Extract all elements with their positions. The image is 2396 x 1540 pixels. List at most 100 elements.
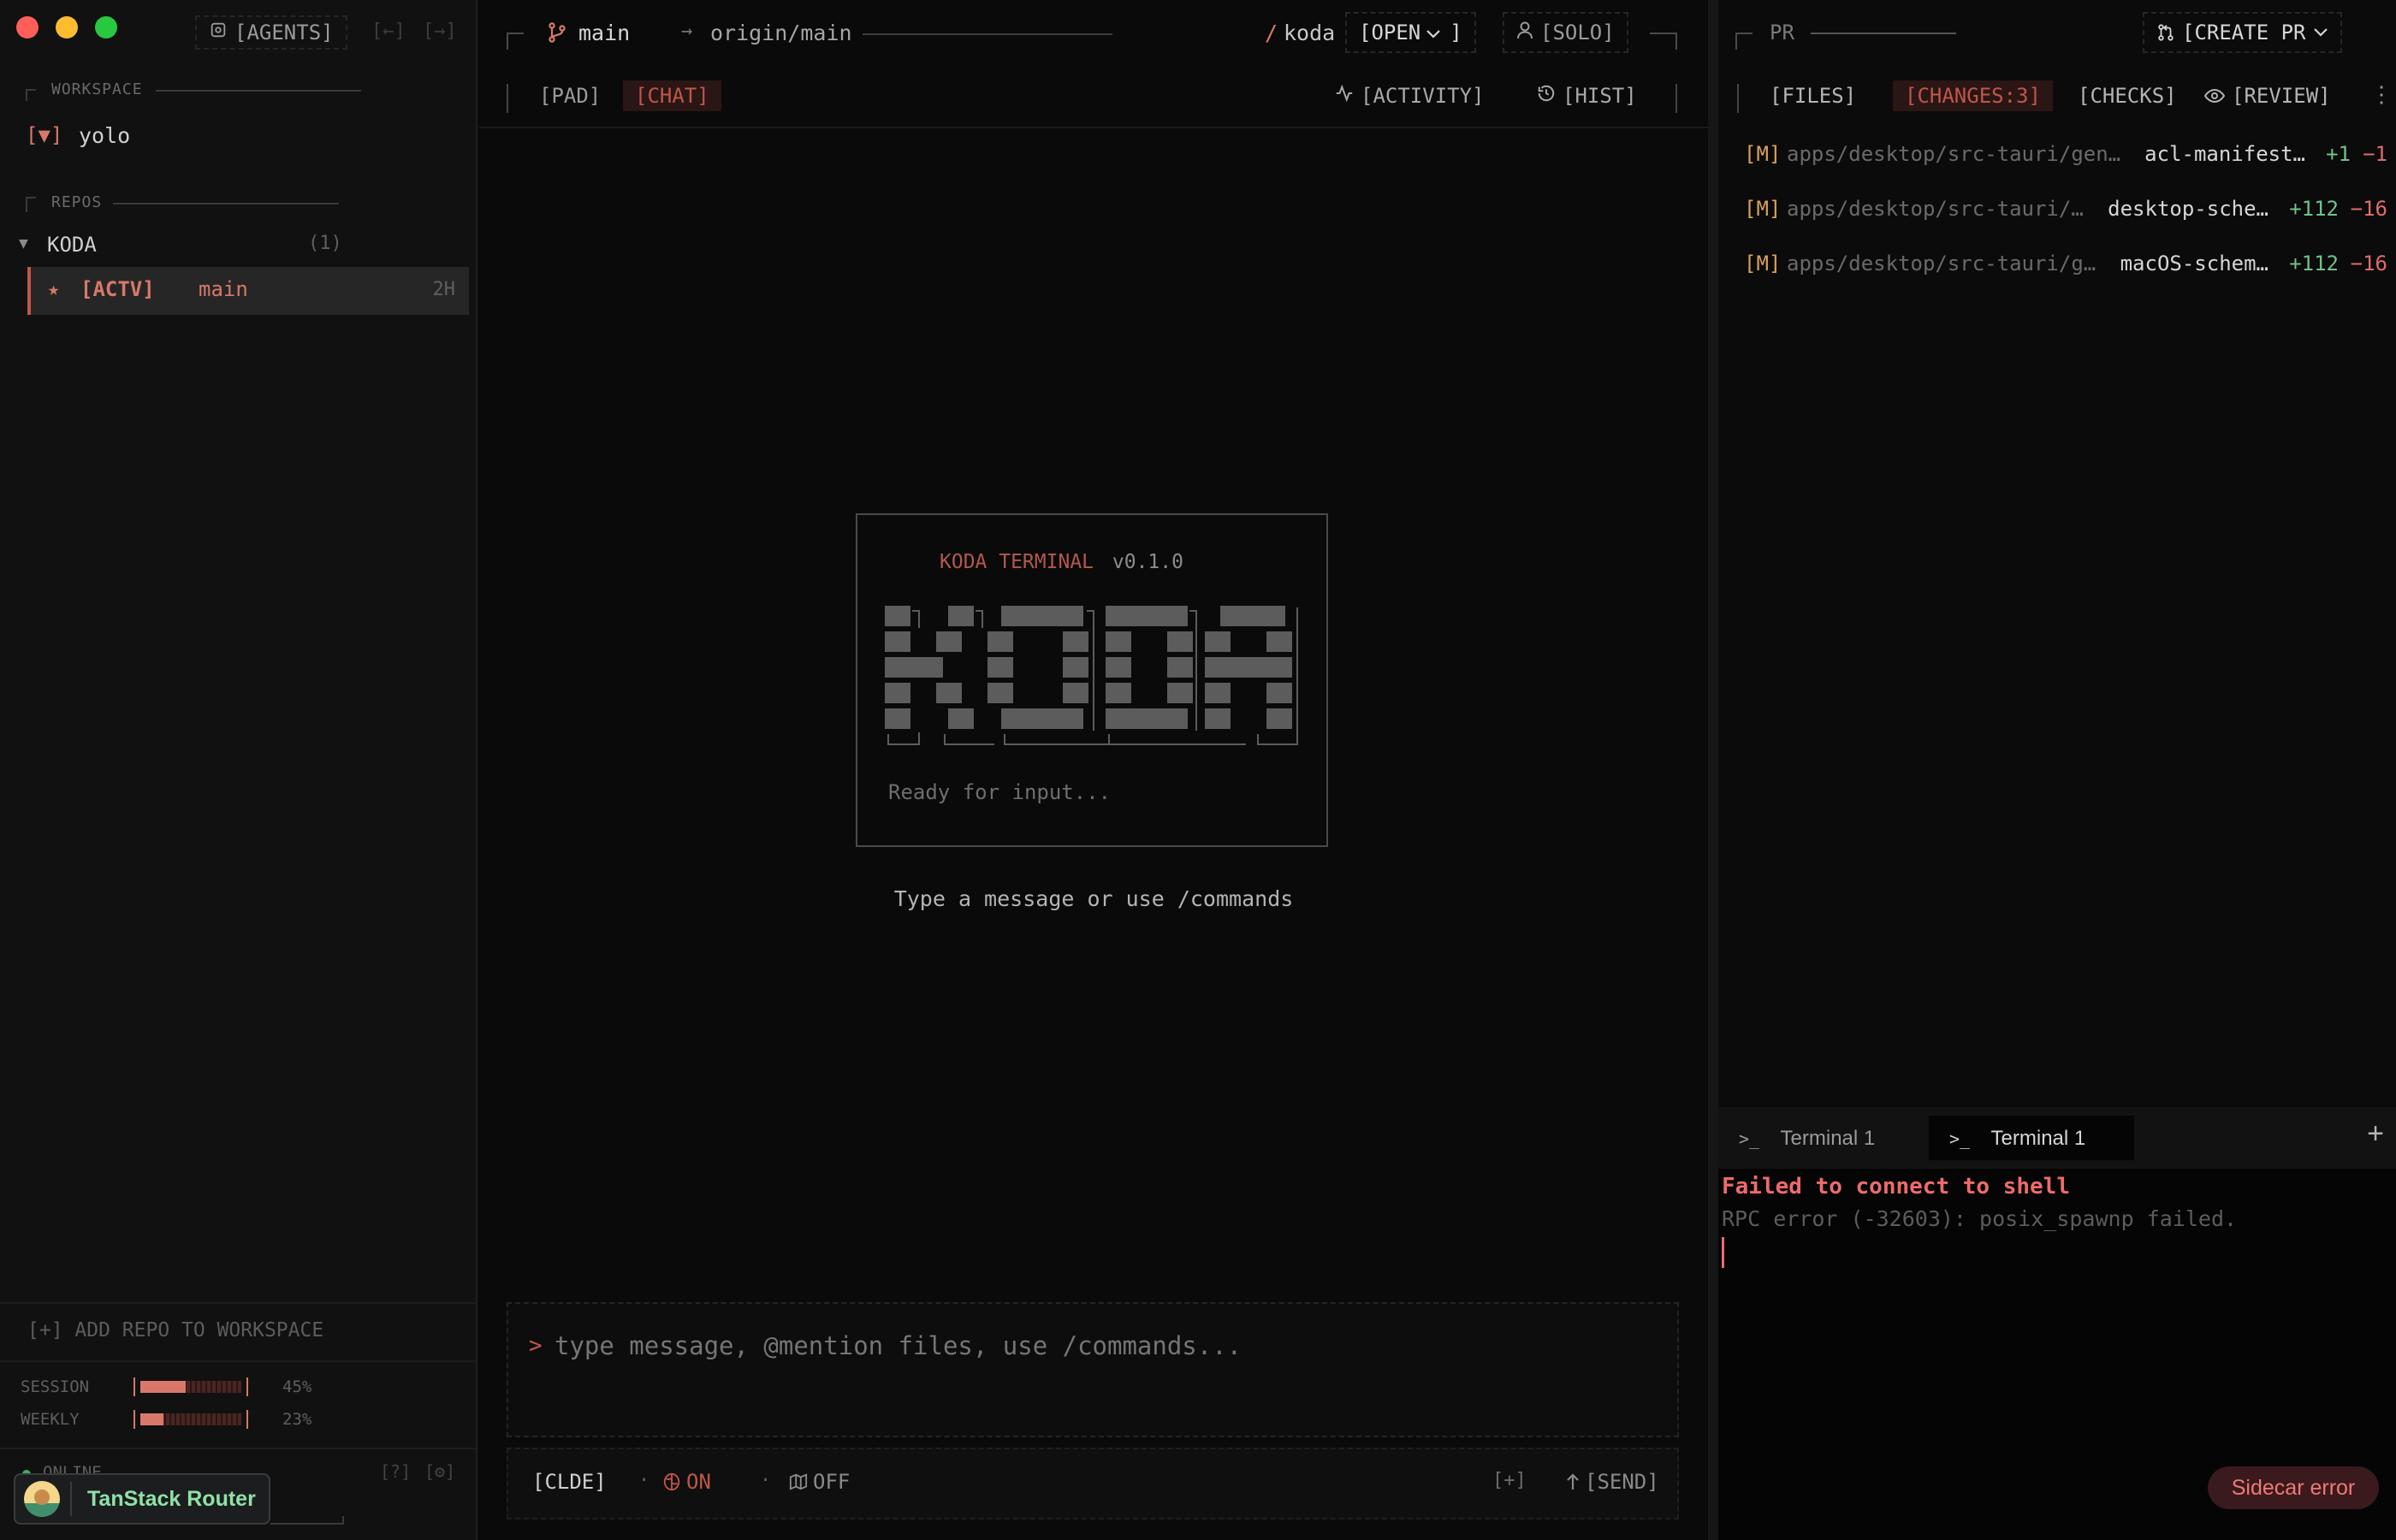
tab-pad[interactable]: [PAD] (527, 80, 613, 111)
history-button[interactable]: [HIST] (1537, 84, 1637, 108)
terminal-error-detail: RPC error (-32603): posix_spawnp failed. (1722, 1206, 2238, 1231)
add-repo-button[interactable]: [+] ADD REPO TO WORKSPACE (27, 1319, 323, 1342)
arrow-right-icon: → (681, 21, 693, 42)
session-usage-percent: 45% (282, 1377, 312, 1396)
branch-row[interactable]: ★ [ACTV] main 2H (27, 267, 469, 315)
message-input[interactable] (555, 1326, 1650, 1365)
tanstack-router-label: TanStack Router (87, 1486, 256, 1511)
session-usage-fill (140, 1381, 187, 1393)
branch-active-tag: [ACTV] (80, 277, 155, 301)
agents-button[interactable]: [AGENTS] (195, 15, 347, 50)
tab-bar-edge (507, 84, 508, 113)
corner-mark (507, 33, 524, 50)
activity-button[interactable]: [ACTIVITY] (1335, 84, 1485, 108)
corner-mark (1735, 33, 1753, 50)
sidebar: [AGENTS] [←] [→] WORKSPACE [▼] yolo REPO… (0, 0, 477, 1540)
send-button[interactable]: [SEND] (1566, 1470, 1659, 1494)
workspace-label: WORKSPACE (51, 80, 143, 98)
map-toggle-label: OFF (813, 1470, 851, 1494)
help-button[interactable]: [?] (380, 1461, 411, 1482)
solo-label: [SOLO] (1540, 21, 1615, 44)
open-button[interactable]: [OPEN ] (1345, 12, 1476, 53)
nav-back-button[interactable]: [←] (371, 21, 406, 42)
lines-removed: −16 (2350, 252, 2387, 275)
map-icon (789, 1473, 808, 1490)
chevron-down-icon (2313, 28, 2328, 37)
splash-box: KODA TERMINAL v0.1.0 Ready for input... (856, 513, 1328, 847)
history-icon (1537, 84, 1556, 108)
project-name: koda (1284, 21, 1336, 45)
changed-file-row[interactable]: [M] apps/desktop/src-tauri/g… macOS-schem…… (1744, 246, 2387, 281)
splash-status: Ready for input... (888, 780, 1112, 804)
tab-files[interactable]: [FILES] (1758, 80, 1868, 111)
close-window-button[interactable] (16, 16, 39, 38)
tanstack-router-devtools-button[interactable]: TanStack Router (14, 1473, 270, 1525)
create-pr-button[interactable]: [CREATE PR (2143, 12, 2342, 53)
arrow-up-icon (1567, 1473, 1579, 1490)
eye-icon (2204, 88, 2225, 104)
corner-mark (26, 89, 36, 101)
footer-separator: · (760, 1470, 772, 1491)
repo-name[interactable]: KODA (47, 233, 97, 257)
tab-review[interactable]: [REVIEW] (2204, 84, 2331, 108)
workspace-toggle[interactable]: [▼] (26, 123, 62, 147)
web-toggle-label: ON (686, 1470, 711, 1494)
workspace-name[interactable]: yolo (79, 123, 130, 148)
koda-ascii-logo (885, 606, 1298, 745)
nav-forward-button[interactable]: [→] (423, 21, 457, 42)
weekly-usage-percent: 23% (282, 1410, 312, 1429)
remote-branch[interactable]: origin/main (710, 21, 852, 45)
minimize-window-button[interactable] (56, 16, 78, 38)
lines-added: +112 (2289, 197, 2339, 221)
composer-footer: [CLDE] · ON · OFF [+] [SEND] (507, 1448, 1679, 1519)
terminal-tabbar: >_ Terminal 1 >_ Terminal 1 + (1718, 1107, 2396, 1169)
model-selector[interactable]: [CLDE] (532, 1470, 607, 1494)
lines-added: +1 (2326, 142, 2351, 166)
prompt-caret: > (529, 1333, 543, 1359)
terminal-tab[interactable]: >_ Terminal 1 (1718, 1116, 1925, 1160)
terminal-cursor (1722, 1237, 1724, 1268)
lines-removed: −1 (2363, 142, 2387, 166)
tab-review-label: [REVIEW] (2232, 84, 2331, 108)
tab-bar-edge (1737, 84, 1739, 113)
git-branch-icon (548, 22, 566, 48)
more-options-icon[interactable]: ⋮ (2370, 82, 2393, 108)
tab-checks[interactable]: [CHECKS] (2066, 80, 2189, 111)
zoom-window-button[interactable] (95, 16, 117, 38)
chat-panel: main → origin/main / koda [OPEN ] [SOLO]… (479, 0, 1708, 1540)
terminal-tab-label: Terminal 1 (1990, 1127, 2086, 1150)
solo-button[interactable]: [SOLO] (1503, 12, 1628, 53)
file-path: apps/desktop/src-tauri/g… (1787, 252, 2096, 275)
tab-changes[interactable]: [CHANGES:3] (1893, 80, 2053, 111)
map-toggle[interactable]: OFF (789, 1470, 850, 1494)
settings-button[interactable]: [⚙] (424, 1461, 455, 1482)
changed-file-row[interactable]: [M] apps/desktop/src-tauri/… desktop-sche…… (1744, 192, 2387, 226)
web-toggle[interactable]: ON (662, 1470, 711, 1494)
file-status-badge: [M] (1744, 252, 1782, 275)
file-path: apps/desktop/src-tauri/gen… (1787, 142, 2121, 166)
composer[interactable]: > (507, 1302, 1679, 1437)
sidecar-error-toast[interactable]: Sidecar error (2208, 1466, 2379, 1509)
session-usage-meter (133, 1377, 248, 1396)
terminal-tab-active[interactable]: >_ Terminal 1 (1929, 1116, 2134, 1160)
chevron-down-icon[interactable]: ▼ (19, 234, 28, 252)
tab-bar-edge (1675, 84, 1677, 113)
session-usage-label: SESSION (21, 1377, 90, 1396)
open-label: [OPEN (1359, 21, 1421, 44)
branch-name: main (199, 277, 248, 301)
terminal-tab-label: Terminal 1 (1780, 1127, 1876, 1150)
attach-button[interactable]: [+] (1492, 1470, 1527, 1491)
star-icon: ★ (48, 279, 60, 300)
chevron-down-icon (1426, 21, 1441, 44)
splash-hint: Type a message or use /commands (893, 886, 1294, 911)
brain-icon (663, 1472, 680, 1491)
current-branch[interactable]: main (578, 21, 630, 45)
changed-file-row[interactable]: [M] apps/desktop/src-tauri/gen… acl-manife… (1744, 137, 2387, 171)
add-terminal-button[interactable]: + (2367, 1117, 2384, 1151)
lines-added: +112 (2289, 252, 2339, 275)
divider (1811, 33, 1956, 34)
footer-separator: · (638, 1470, 650, 1491)
weekly-usage-fill (140, 1413, 164, 1425)
terminal-icon: >_ (1949, 1128, 1971, 1149)
tab-chat[interactable]: [CHAT] (623, 80, 721, 111)
